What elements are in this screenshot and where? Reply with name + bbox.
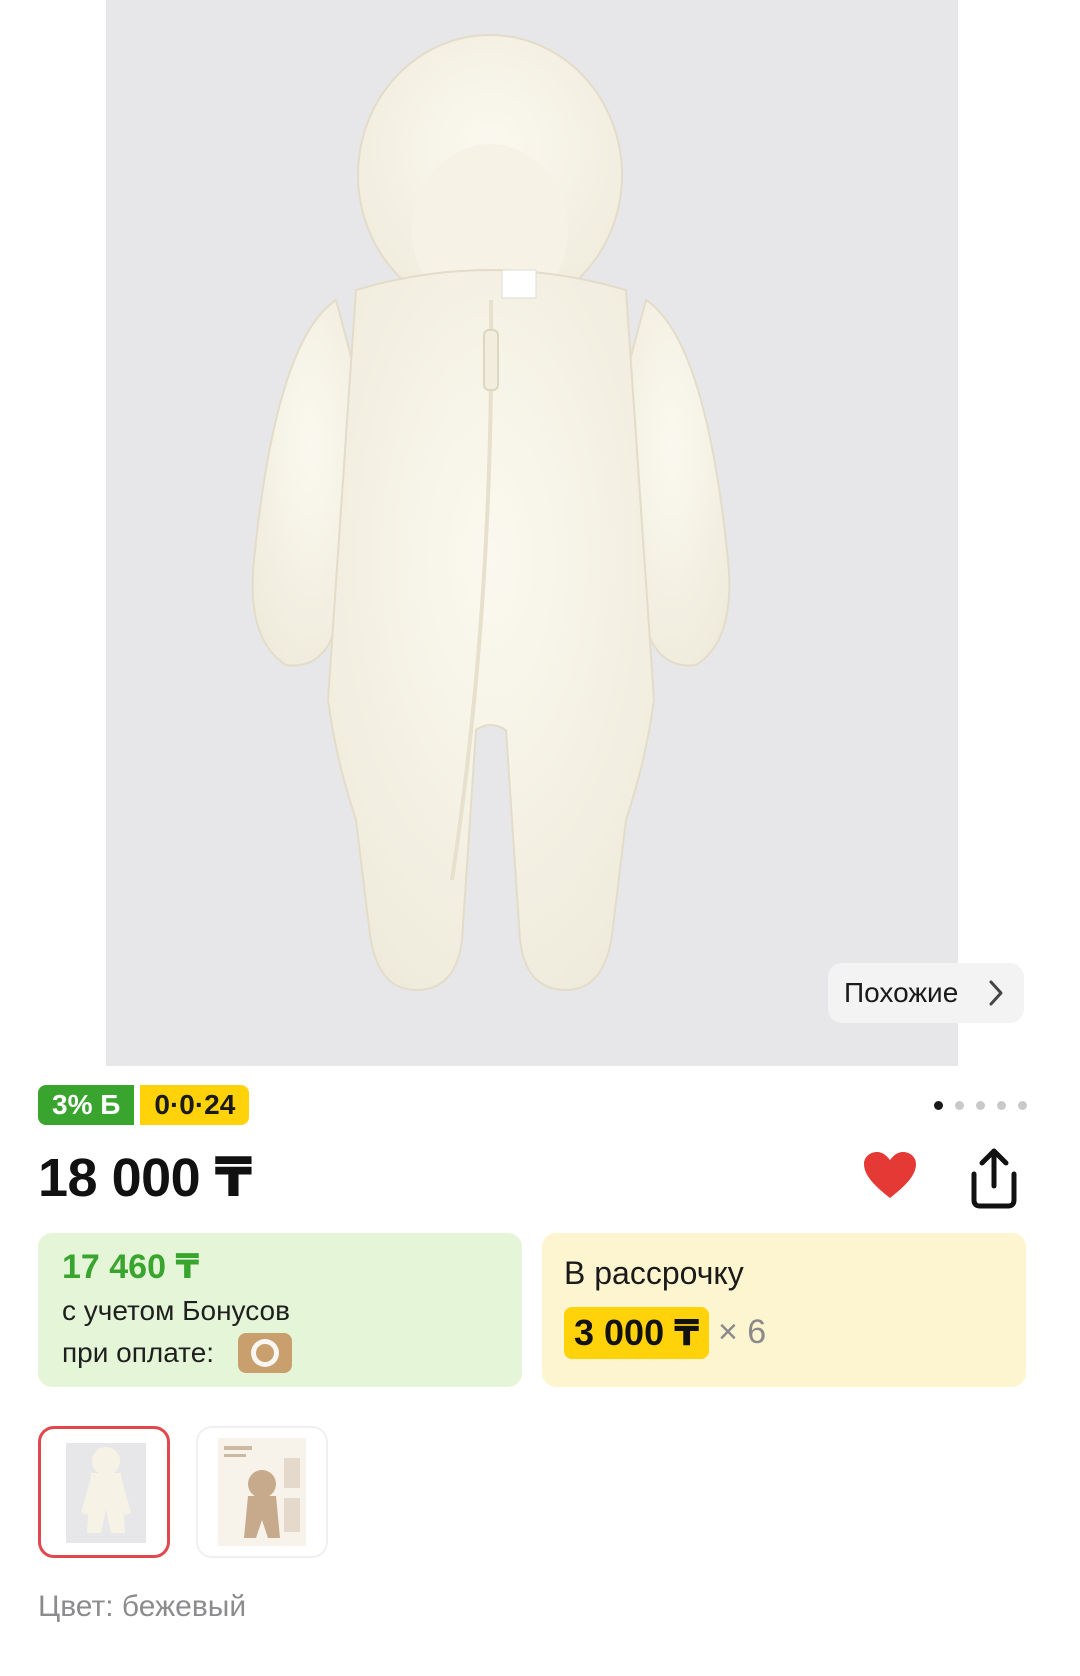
pagination-dot (976, 1101, 985, 1110)
thumbnail-image (66, 1443, 146, 1543)
pagination-dot (997, 1101, 1006, 1110)
bonus-caption: с учетом Бонусов (62, 1295, 290, 1326)
product-color: Цвет: бежевый (38, 1590, 247, 1623)
heart-icon (864, 1152, 916, 1198)
product-price: 18 000 ₸ (38, 1148, 252, 1208)
share-button[interactable] (962, 1146, 1026, 1210)
bonus-price-card[interactable]: 17 460 ₸ с учетом Бонусов при оплате: (38, 1233, 522, 1387)
thumbnail-1[interactable] (38, 1426, 170, 1558)
bonus-price: 17 460 ₸ (62, 1248, 200, 1286)
favorite-button[interactable] (862, 1150, 918, 1202)
promo-badges: 3% Б 0·0·24 (38, 1085, 250, 1125)
installment-multiplier: × 6 (718, 1313, 767, 1351)
installment-card[interactable]: В рассрочку 3 000 ₸ × 6 (542, 1233, 1026, 1387)
gallery-pagination (934, 1101, 1027, 1110)
jumpsuit-illustration (251, 34, 731, 992)
installment-title: В рассрочку (564, 1255, 744, 1291)
pagination-dot (934, 1101, 943, 1110)
installment-badge: 0·0·24 (140, 1085, 250, 1125)
share-icon (971, 1148, 1017, 1209)
pagination-dot (1018, 1101, 1027, 1110)
similar-button[interactable]: Похожие (828, 963, 1024, 1023)
installment-monthly: 3 000 ₸ (564, 1307, 710, 1359)
pagination-dot (955, 1101, 964, 1110)
payment-caption: при оплате: (62, 1337, 215, 1368)
thumbnail-2[interactable] (196, 1426, 328, 1558)
product-image[interactable] (106, 0, 958, 1066)
chevron-right-icon (989, 980, 1003, 1006)
thumbnail-image (218, 1438, 306, 1546)
similar-label: Похожие (844, 977, 959, 1008)
bonus-badge: 3% Б (38, 1085, 135, 1125)
payment-method-icon (238, 1333, 292, 1373)
